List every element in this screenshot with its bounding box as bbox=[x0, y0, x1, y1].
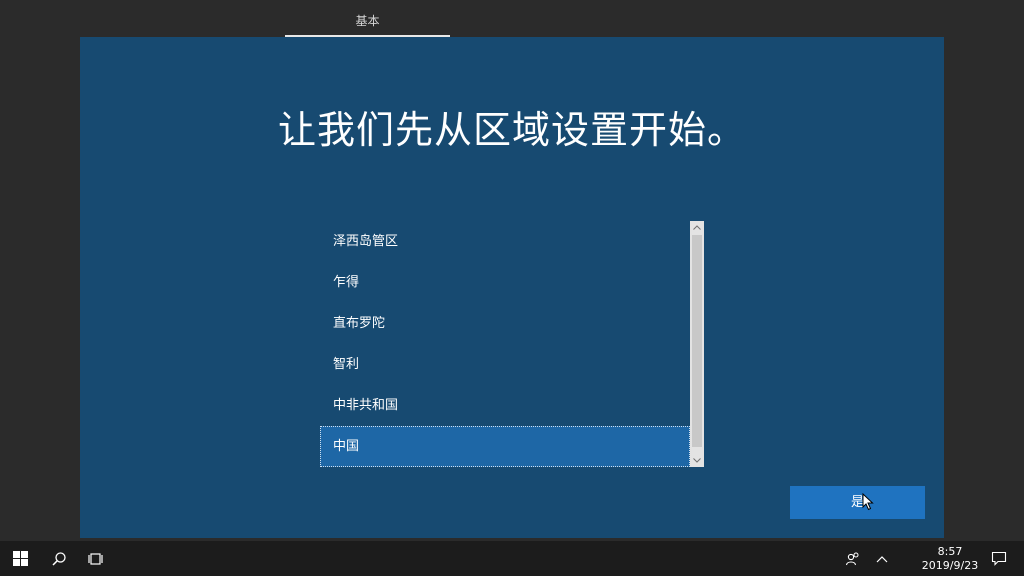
list-item[interactable]: 泽西岛管区 bbox=[320, 221, 690, 262]
notification-icon[interactable] bbox=[984, 541, 1014, 576]
list-scrollbar[interactable] bbox=[690, 221, 704, 467]
list-item[interactable]: 中非共和国 bbox=[320, 385, 690, 426]
scroll-thumb[interactable] bbox=[692, 235, 702, 447]
mouse-cursor-icon bbox=[862, 493, 874, 511]
taskbar: 8:57 2019/9/23 bbox=[0, 541, 1024, 576]
people-icon[interactable] bbox=[840, 541, 866, 576]
oobe-panel: 让我们先从区域设置开始。 泽西岛管区 乍得 直布罗陀 智利 中非共和国 中国 是 bbox=[80, 37, 944, 538]
step-bar: 基本 bbox=[0, 0, 1024, 37]
step-label: 基本 bbox=[355, 14, 380, 28]
task-view-icon[interactable] bbox=[78, 541, 114, 576]
search-icon[interactable] bbox=[40, 541, 78, 576]
step-tab-basic: 基本 bbox=[285, 0, 450, 37]
scroll-down-icon[interactable] bbox=[690, 453, 704, 467]
taskbar-clock[interactable]: 8:57 2019/9/23 bbox=[918, 545, 982, 573]
list-item[interactable]: 智利 bbox=[320, 344, 690, 385]
list-item[interactable]: 乍得 bbox=[320, 262, 690, 303]
scroll-up-icon[interactable] bbox=[690, 221, 704, 235]
region-list[interactable]: 泽西岛管区 乍得 直布罗陀 智利 中非共和国 中国 bbox=[320, 221, 704, 467]
chevron-up-icon[interactable] bbox=[870, 541, 894, 576]
clock-time: 8:57 bbox=[937, 545, 963, 558]
list-item[interactable]: 直布罗陀 bbox=[320, 303, 690, 344]
windows-start-icon[interactable] bbox=[0, 541, 40, 576]
list-item-selected[interactable]: 中国 bbox=[320, 426, 690, 467]
yes-button[interactable]: 是 bbox=[790, 486, 925, 519]
clock-date: 2019/9/23 bbox=[921, 559, 979, 572]
page-title: 让我们先从区域设置开始。 bbox=[277, 108, 746, 152]
